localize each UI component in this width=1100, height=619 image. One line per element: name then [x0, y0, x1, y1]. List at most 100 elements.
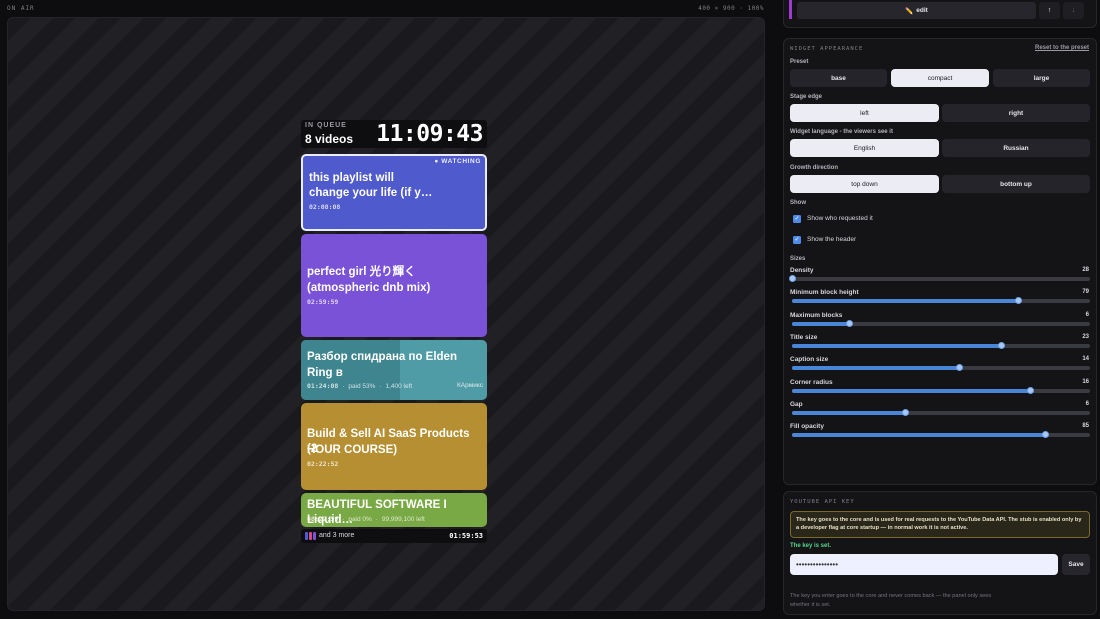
api-note: The key you enter goes to the core and n… [790, 593, 992, 608]
slider-fill [792, 299, 1019, 304]
card-meta: 08:22:59 · paid 0% · 99,999,100 left [307, 515, 425, 523]
section-title: YOUTUBE API KEY [790, 499, 855, 505]
show-requested-label: Show who requested it [807, 215, 873, 222]
preset-base[interactable]: base [790, 69, 887, 87]
preset-large[interactable]: large [993, 69, 1090, 87]
slider-label: Title size [790, 333, 818, 341]
slider-track[interactable] [792, 319, 1090, 327]
card-title: perfect girl 光り輝く [307, 266, 416, 278]
edit-label: edit [916, 7, 928, 14]
color-dot [313, 532, 316, 540]
show-header-label: Show the header [807, 236, 857, 243]
preset-compact[interactable]: compact [891, 69, 989, 87]
slider-handle[interactable] [1027, 386, 1035, 394]
stage-dimensions: 400 × 900 · 100% [698, 5, 764, 12]
slider-handle[interactable] [845, 319, 853, 327]
slider-label: Caption size [790, 356, 829, 364]
card-duration: 02:59:59 [307, 298, 339, 306]
more-videos-icon [305, 532, 317, 540]
section-title: WIDGET APPEARANCE [790, 46, 864, 52]
queue-label: IN QUEUE [305, 122, 347, 129]
api-key-input[interactable] [790, 554, 1058, 575]
move-down-button[interactable]: ↓ [1063, 2, 1084, 19]
show-label: Show [790, 200, 806, 206]
preview-stage: IN QUEUE 8 videos 11:09:43 ● WATCHING th… [7, 17, 765, 611]
card-duration: 01:24:08 [307, 382, 339, 390]
queue-card-paid: Разбор спидрана по Elden Ring в 01:24:08… [301, 340, 487, 400]
slider-handle[interactable] [789, 275, 796, 282]
edge-right[interactable]: right [942, 104, 1090, 122]
slider-value: 6 [1085, 400, 1089, 407]
lang-russian[interactable]: Russian [942, 139, 1090, 157]
slider-handle[interactable] [997, 341, 1005, 349]
queue-count: 8 videos [305, 132, 354, 146]
card-left: 99,999,100 left [381, 516, 425, 523]
color-dot [309, 532, 312, 540]
slider-fill [792, 343, 1001, 348]
lang-english[interactable]: English [790, 139, 939, 157]
queue-widget: IN QUEUE 8 videos 11:09:43 ● WATCHING th… [301, 120, 487, 543]
edit-button[interactable]: ✏️ edit [797, 2, 1036, 19]
on-air-label: ON AIR [7, 5, 35, 12]
more-count: and 3 more [319, 532, 355, 539]
slider-fill [792, 388, 1031, 393]
growth-top-down[interactable]: top down [790, 175, 939, 193]
growth-label: Growth direction [790, 165, 838, 171]
slider-value: 14 [1082, 356, 1089, 363]
slider-handle[interactable] [955, 364, 963, 372]
card-left: 1,400 left [385, 383, 413, 390]
slider-track[interactable] [792, 408, 1090, 416]
slider-fill [792, 410, 906, 415]
card-title-line2: Ring в [307, 367, 343, 379]
widget-appearance-panel: WIDGET APPEARANCE Reset to the preset Pr… [783, 38, 1097, 485]
card-duration: 02:08:08 [309, 203, 341, 211]
preview-header: ON AIR 400 × 900 · 100% [0, 0, 772, 16]
widget-header: IN QUEUE 8 videos 11:09:43 [301, 120, 487, 148]
slider-value: 6 [1085, 311, 1089, 318]
slider-track[interactable] [789, 275, 1090, 282]
card-title-line2: change your life (if y… [309, 187, 433, 199]
slider-fill [792, 321, 849, 326]
card-duration: 02:22:52 [307, 460, 339, 468]
reset-preset-link[interactable]: Reset to the preset [1035, 45, 1089, 51]
slider-label: Minimum block height [790, 289, 859, 297]
slider-track[interactable] [792, 431, 1090, 439]
edge-left[interactable]: left [790, 104, 939, 122]
slider-label: Fill opacity [790, 423, 824, 431]
color-dot [305, 532, 308, 540]
queue-card-paid: BEAUTIFUL SOFTWARE I Liquid… 08:22:59 · … [301, 493, 487, 527]
queue-card: Build & Sell AI SaaS Products (2 HOUR CO… [301, 403, 487, 490]
slider-track[interactable] [792, 297, 1090, 305]
move-up-button[interactable]: ↑ [1039, 2, 1060, 19]
total-time: 11:09:43 [376, 121, 483, 147]
slider-fill [792, 433, 1046, 438]
requested-by: КАрмикс [456, 382, 483, 389]
save-button[interactable]: Save [1062, 554, 1090, 575]
slider-track[interactable] [792, 341, 1090, 349]
slider-value: 16 [1082, 378, 1089, 385]
key-status: The key is set. [790, 543, 832, 549]
item-color-accent [789, 0, 792, 19]
slider-value: 85 [1082, 423, 1089, 430]
slider-handle[interactable] [1015, 297, 1023, 305]
card-title: Разбор спидрана по Elden [307, 351, 457, 363]
widget-footer: and 3 more 01:59:53 [301, 529, 487, 543]
card-title-line2: (atmospheric dnb mix) [307, 282, 431, 294]
card-meta: 01:24:08 · paid 53% · 1,400 left [307, 382, 413, 390]
sizes-label: Sizes [790, 256, 806, 262]
slider-label: Corner radius [790, 378, 833, 386]
slider-handle[interactable] [1042, 431, 1050, 439]
growth-bottom-up[interactable]: bottom up [942, 175, 1090, 193]
slider-track[interactable] [792, 386, 1090, 394]
show-header-checkbox[interactable]: ✓ [793, 236, 801, 244]
show-requested-checkbox[interactable]: ✓ [793, 215, 801, 223]
card-title: this playlist will [309, 172, 394, 184]
card-paid: paid 53% [348, 383, 376, 390]
slider-track[interactable] [792, 364, 1090, 372]
slider-handle[interactable] [902, 408, 910, 416]
card-duration: 08:22:59 [307, 515, 339, 523]
slider-value: 28 [1082, 267, 1089, 273]
card-paid: paid 0% [348, 516, 372, 523]
youtube-api-panel: YOUTUBE API KEY The key goes to the core… [783, 491, 1097, 615]
language-label: Widget language - the viewers see it [790, 129, 893, 135]
